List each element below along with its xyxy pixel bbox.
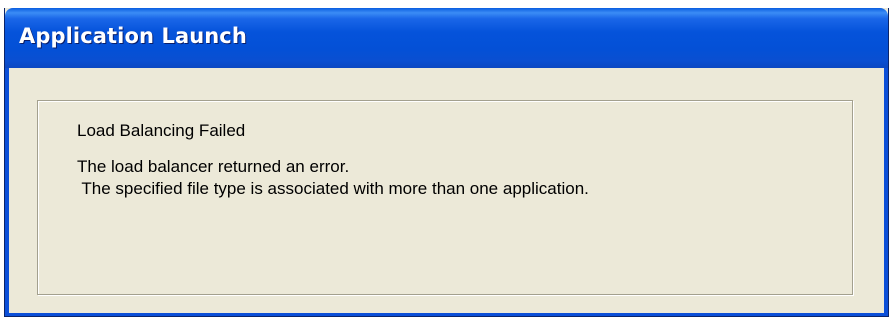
error-message-line-2: The specified file type is associated wi…: [77, 179, 589, 198]
error-message-line-1: The load balancer returned an error.: [77, 157, 350, 176]
window-title: Application Launch: [19, 24, 247, 48]
error-heading: Load Balancing Failed: [77, 121, 246, 140]
message-group-box: Load Balancing Failed The load balancer …: [37, 100, 853, 295]
window-frame-bottom: [5, 313, 888, 316]
window-frame-left: [5, 68, 9, 316]
window-frame-right: [884, 68, 888, 316]
title-bar[interactable]: Application Launch: [5, 8, 888, 68]
application-launch-dialog: Application Launch Load Balancing Failed…: [4, 8, 889, 317]
